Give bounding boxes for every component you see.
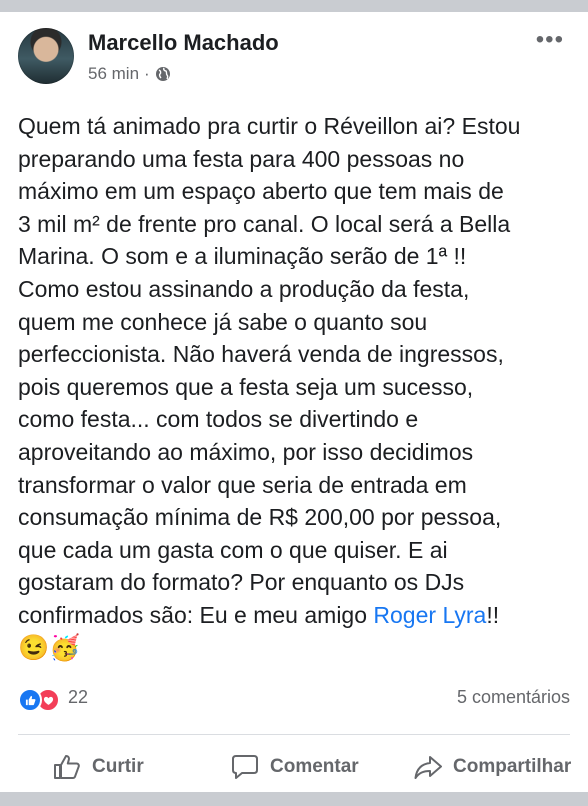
avatar[interactable] (18, 28, 74, 84)
share-label: Compartilhar (453, 756, 572, 777)
like-label: Curtir (92, 756, 144, 777)
post-line: Marina. O som e a iluminação serão de 1ª… (18, 243, 467, 270)
mention-link[interactable]: Roger Lyra (373, 602, 486, 628)
comment-label: Comentar (270, 756, 359, 777)
like-button[interactable]: Curtir (52, 749, 144, 785)
post-meta: 56 min · (88, 64, 171, 84)
share-icon (413, 752, 443, 782)
post-line: quem me conhece já sabe o quanto sou (18, 308, 428, 335)
reaction-icons[interactable] (18, 688, 66, 712)
post-line: consumação mínima de R$ 200,00 por pesso… (18, 504, 502, 531)
post-last-line: confirmados são: Eu e meu amigo Roger Ly… (18, 599, 578, 632)
post-line: máximo em um espaço aberto que tem mais … (18, 178, 504, 205)
comment-icon (230, 752, 260, 782)
post-text: Quem tá animado pra curtir o Réveillon a… (18, 110, 578, 664)
thumbs-up-icon (52, 752, 82, 782)
more-options-icon[interactable]: ••• (536, 28, 564, 52)
post-line: preparando uma festa para 400 pessoas no (18, 145, 465, 172)
post-line: que cada um gasta com o que quiser. E ai (18, 536, 448, 563)
post-line: pois queremos que a festa seja um sucess… (18, 373, 474, 400)
post-line: 3 mil m² de frente pro canal. O local se… (18, 210, 511, 237)
post-line: transformar o valor que seria de entrada… (18, 471, 467, 498)
post-line: Como estou assinando a produção da festa… (18, 275, 470, 302)
globe-icon[interactable] (155, 66, 171, 82)
post-actions: Curtir Comentar Compartilhar (0, 745, 588, 789)
post-line-prefix: confirmados são: Eu e meu amigo (18, 601, 374, 628)
reactions-bar: 22 5 comentários (18, 684, 570, 714)
post-line: gostaram do formato? Por enquanto os DJs (18, 569, 465, 596)
post-line: como festa... com todos se divertindo e (18, 406, 419, 433)
comments-count[interactable]: 5 comentários (457, 687, 570, 708)
post-line-suffix: !! (486, 601, 500, 628)
post-emojis: 😉🥳 (18, 633, 81, 662)
reaction-count[interactable]: 22 (68, 687, 88, 708)
share-button[interactable]: Compartilhar (413, 749, 571, 785)
author-name[interactable]: Marcello Machado (88, 30, 279, 56)
post-line: aproveitando ao máximo, por isso decidim… (18, 438, 474, 465)
like-icon (18, 688, 42, 712)
comment-button[interactable]: Comentar (230, 749, 359, 785)
post-line: Quem tá animado pra curtir o Réveillon a… (18, 113, 521, 139)
post-time[interactable]: 56 min (88, 64, 139, 84)
post-card: Marcello Machado 56 min · ••• Quem tá an… (0, 12, 588, 792)
post-header: Marcello Machado 56 min · ••• (18, 28, 570, 88)
post-line: perfeccionista. Não haverá venda de ingr… (18, 341, 504, 368)
divider (18, 734, 570, 735)
meta-separator: · (144, 64, 150, 83)
